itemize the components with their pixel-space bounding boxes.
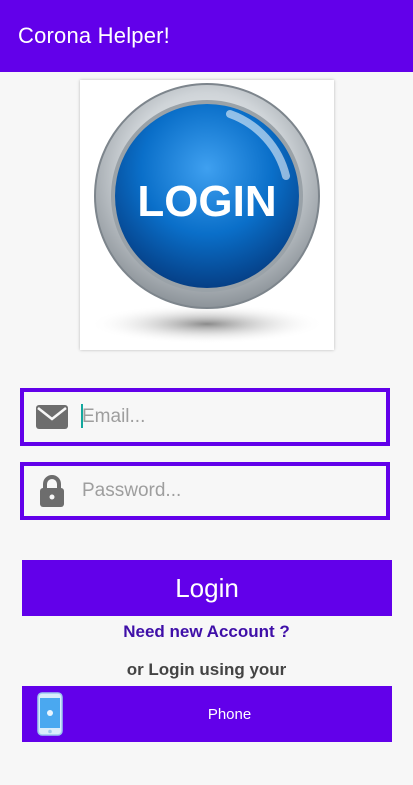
password-field[interactable]	[20, 462, 390, 520]
email-field[interactable]	[20, 388, 390, 446]
text-cursor	[81, 404, 83, 428]
logo-text: LOGIN	[137, 177, 276, 226]
phone-button-label: Phone	[207, 705, 252, 723]
phone-login-button[interactable]: Phone	[22, 686, 392, 742]
password-input[interactable]	[80, 479, 384, 503]
envelope-icon	[34, 399, 70, 435]
need-new-account-link[interactable]: Need new Account ?	[0, 622, 413, 642]
login-button[interactable]: Login	[22, 560, 392, 616]
lock-icon	[34, 473, 70, 509]
app-title: Corona Helper!	[18, 23, 170, 48]
login-logo-image: LOGIN	[80, 80, 334, 350]
app-bar: Corona Helper!	[0, 0, 413, 72]
alternate-login-text: or Login using your	[126, 660, 287, 679]
email-input[interactable]	[80, 405, 384, 429]
